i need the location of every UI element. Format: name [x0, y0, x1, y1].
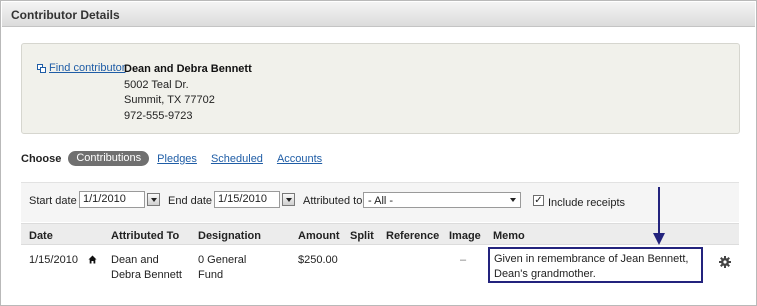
header-bar: Contributor Details	[2, 2, 755, 27]
cell-attributed-to: Dean and Debra Bennett	[111, 254, 182, 281]
find-contributor-icon	[37, 63, 46, 73]
column-header-reference: Reference	[386, 230, 440, 242]
column-header-memo: Memo	[493, 230, 525, 242]
choose-tabs: Choose Contributions Pledges Scheduled A…	[21, 151, 336, 166]
gear-icon[interactable]	[719, 256, 731, 268]
annotation-arrow-head	[653, 233, 665, 245]
column-header-image: Image	[449, 230, 481, 242]
choose-label: Choose	[21, 152, 62, 165]
cell-image: –	[460, 254, 467, 266]
column-header-amount: Amount	[298, 230, 340, 242]
memo-highlight: Given in remembrance of Jean Bennett, De…	[488, 247, 703, 283]
tab-accounts[interactable]: Accounts	[277, 153, 322, 165]
contributor-phone: 972-555-9723	[124, 109, 193, 122]
calendar-icon[interactable]	[282, 193, 295, 206]
include-receipts-label: Include receipts	[548, 197, 626, 209]
contributor-panel: Find contributor Dean and Debra Bennett …	[21, 43, 740, 134]
address-line1: 5002 Teal Dr.	[124, 78, 189, 91]
end-date-label: End date	[168, 195, 213, 207]
filter-bar: Start date 1/1/2010 End date 1/15/2010 A…	[21, 182, 739, 222]
dropdown-icon	[506, 193, 520, 207]
cell-date: 1/15/2010	[29, 254, 78, 266]
cell-designation: 0 General Fund	[198, 254, 247, 281]
find-contributor-link[interactable]: Find contributor	[49, 62, 125, 74]
include-receipts-checkbox[interactable]: ✓	[533, 195, 544, 206]
tab-scheduled[interactable]: Scheduled	[211, 153, 263, 165]
attributed-to-label: Attributed to	[303, 195, 363, 207]
start-date-label: Start date	[29, 195, 77, 207]
contributor-name: Dean and Debra Bennett	[124, 63, 252, 75]
column-header-designation: Designation	[198, 230, 261, 242]
cell-memo: Given in remembrance of Jean Bennett, De…	[494, 253, 689, 280]
column-header-attributed-to: Attributed To	[111, 230, 180, 242]
column-header-split: Split	[350, 230, 374, 242]
calendar-icon[interactable]	[147, 193, 160, 206]
find-contributor[interactable]: Find contributor	[37, 62, 125, 74]
home-icon	[88, 255, 97, 264]
attributed-to-value: - All -	[368, 195, 394, 207]
contributor-details-window: Contributor Details Find contributor Dea…	[0, 0, 757, 306]
start-date-input[interactable]: 1/1/2010	[79, 191, 145, 208]
end-date-input[interactable]: 1/15/2010	[214, 191, 280, 208]
tab-contributions[interactable]: Contributions	[68, 151, 150, 166]
page-title: Contributor Details	[11, 8, 120, 22]
annotation-arrow	[658, 187, 660, 235]
table-row[interactable]: 1/15/2010 Dean and Debra Bennett 0 Gener…	[21, 246, 739, 286]
tab-pledges[interactable]: Pledges	[157, 153, 197, 165]
cell-amount: $250.00	[298, 254, 338, 266]
column-header-date: Date	[29, 230, 53, 242]
attributed-to-select[interactable]: - All -	[363, 192, 521, 208]
table-header: Date Attributed To Designation Amount Sp…	[21, 223, 739, 245]
contributor-info: Dean and Debra Bennett 5002 Teal Dr. Sum…	[124, 62, 252, 124]
address-line2: Summit, TX 77702	[124, 94, 215, 106]
